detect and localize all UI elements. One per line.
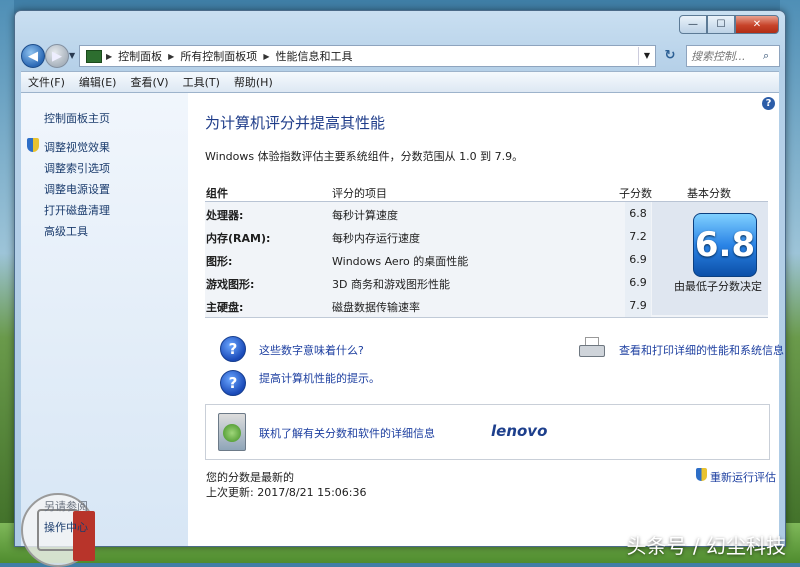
sidebar-item-power[interactable]: 调整电源设置 [44, 181, 110, 197]
table-body: 处理器: 每秒计算速度 6.8 内存(RAM): 每秒内存运行速度 7.2 图形… [205, 202, 768, 318]
page-description: Windows 体验指数评估主要系统组件，分数范围从 1.0 到 7.9。 [205, 150, 524, 163]
address-dropdown-icon[interactable]: ▼ [638, 47, 655, 65]
breadcrumb-performance[interactable]: 性能信息和工具 [275, 48, 358, 64]
search-box: ⌕ [686, 45, 780, 67]
row-item: Windows Aero 的桌面性能 [332, 255, 469, 268]
sidebar-item-disk-cleanup[interactable]: 打开磁盘清理 [44, 202, 110, 218]
row-item: 每秒内存运行速度 [332, 232, 420, 245]
menu-tools[interactable]: 工具(T) [176, 74, 227, 90]
sidebar-item-visual-effects[interactable]: 调整视觉效果 [44, 139, 110, 155]
control-panel-icon [86, 49, 102, 63]
recent-pages-dropdown[interactable]: ▼ [69, 51, 75, 60]
menu-help[interactable]: 帮助(H) [227, 74, 280, 90]
maximize-button[interactable]: ☐ [707, 15, 735, 34]
row-item: 3D 商务和游戏图形性能 [332, 278, 450, 291]
desktop-wallpaper-left [0, 0, 14, 563]
help-icon[interactable]: ? [762, 97, 775, 110]
breadcrumb-all-items[interactable]: 所有控制面板项 [180, 48, 263, 64]
row-item: 每秒计算速度 [332, 209, 398, 222]
watermark-text: 头条号 / 幻尘科技 [626, 534, 786, 558]
print-details-link[interactable]: 查看和打印详细的性能和系统信息 [619, 342, 784, 358]
chevron-right-icon[interactable]: ▶ [106, 52, 118, 61]
minimize-button[interactable]: — [679, 15, 707, 34]
back-button[interactable]: ◀ [21, 44, 45, 68]
row-subscore: 7.2 [625, 225, 651, 248]
menu-bar: 文件(F) 编辑(E) 查看(V) 工具(T) 帮助(H) [21, 71, 779, 93]
row-component: 游戏图形: [206, 278, 255, 291]
header-component: 组件 [206, 187, 228, 200]
address-bar[interactable]: ▶ 控制面板 ▶ 所有控制面板项 ▶ 性能信息和工具 ▼ [79, 45, 656, 67]
base-score-panel: 6.8 由最低子分数决定 [652, 202, 768, 315]
sidebar-item-indexing[interactable]: 调整索引选项 [44, 160, 110, 176]
menu-view[interactable]: 查看(V) [123, 74, 175, 90]
score-table: 组件 评分的项目 子分数 基本分数 处理器: 每秒计算速度 6.8 内存(RAM… [205, 181, 768, 318]
shield-icon [696, 468, 707, 481]
row-component: 内存(RAM): [206, 232, 271, 245]
base-score-tile: 6.8 [693, 213, 757, 277]
question-icon: ? [220, 370, 246, 396]
last-update: 上次更新: 2017/8/21 15:06:36 [206, 486, 367, 499]
chevron-right-icon[interactable]: ▶ [263, 52, 275, 61]
row-subscore: 6.9 [625, 271, 651, 294]
meaning-link[interactable]: 这些数字意味着什么? [259, 342, 364, 358]
header-base-score: 基本分数 [687, 187, 731, 200]
sidebar-item-action-center[interactable]: 操作中心 [44, 519, 88, 535]
printer-icon [579, 337, 605, 357]
sidebar: 控制面板主页 调整视觉效果 调整索引选项 调整电源设置 打开磁盘清理 高级工具 … [21, 93, 188, 567]
tips-link[interactable]: 提高计算机性能的提示。 [259, 370, 380, 386]
page-title: 为计算机评分并提高其性能 [205, 114, 386, 132]
shield-icon [27, 138, 39, 152]
row-subscore: 7.9 [625, 294, 651, 317]
row-subscore: 6.9 [625, 248, 651, 271]
search-input[interactable] [687, 49, 763, 63]
performance-window: — ☐ ✕ ◀ ▶ ▼ ▶ 控制面板 ▶ 所有控制面板项 ▶ 性能信息和工具 ▼… [14, 10, 786, 567]
software-box-icon [218, 413, 246, 451]
refresh-icon[interactable]: ↻ [658, 45, 682, 65]
menu-file[interactable]: 文件(F) [21, 74, 72, 90]
base-score-note: 由最低子分数决定 [674, 280, 762, 293]
question-icon: ? [220, 336, 246, 362]
row-component: 处理器: [206, 209, 244, 222]
online-info-link[interactable]: 联机了解有关分数和软件的详细信息 [259, 425, 435, 441]
main-panel: ? 为计算机评分并提高其性能 Windows 体验指数评估主要系统组件，分数范围… [188, 93, 784, 546]
sidebar-item-advanced-tools[interactable]: 高级工具 [44, 223, 88, 239]
header-rated-item: 评分的项目 [332, 187, 387, 200]
forward-button[interactable]: ▶ [45, 44, 69, 68]
search-icon[interactable]: ⌕ [763, 49, 769, 63]
row-component: 主硬盘: [206, 301, 244, 314]
content-area: 控制面板主页 调整视觉效果 调整索引选项 调整电源设置 打开磁盘清理 高级工具 … [21, 93, 784, 567]
row-subscore: 6.8 [625, 202, 651, 225]
online-info-box: 联机了解有关分数和软件的详细信息 lenovo [205, 404, 770, 460]
score-status: 您的分数是最新的 [206, 471, 294, 484]
chevron-right-icon[interactable]: ▶ [168, 52, 180, 61]
window-controls: — ☐ ✕ [679, 15, 779, 34]
breadcrumb-control-panel[interactable]: 控制面板 [118, 48, 168, 64]
close-button[interactable]: ✕ [735, 15, 779, 34]
sidebar-home-link[interactable]: 控制面板主页 [44, 110, 110, 126]
row-item: 磁盘数据传输速率 [332, 301, 420, 314]
header-subscore: 子分数 [619, 187, 652, 200]
navigation-bar: ◀ ▶ ▼ ▶ 控制面板 ▶ 所有控制面板项 ▶ 性能信息和工具 ▼ ↻ ⌕ [21, 41, 780, 69]
lenovo-logo: lenovo [491, 422, 548, 440]
menu-edit[interactable]: 编辑(E) [72, 74, 124, 90]
rerun-assessment-link[interactable]: 重新运行评估 [710, 469, 776, 485]
see-also-heading: 另请参阅 [44, 500, 88, 513]
table-header: 组件 评分的项目 子分数 基本分数 [205, 181, 768, 202]
row-component: 图形: [206, 255, 233, 268]
